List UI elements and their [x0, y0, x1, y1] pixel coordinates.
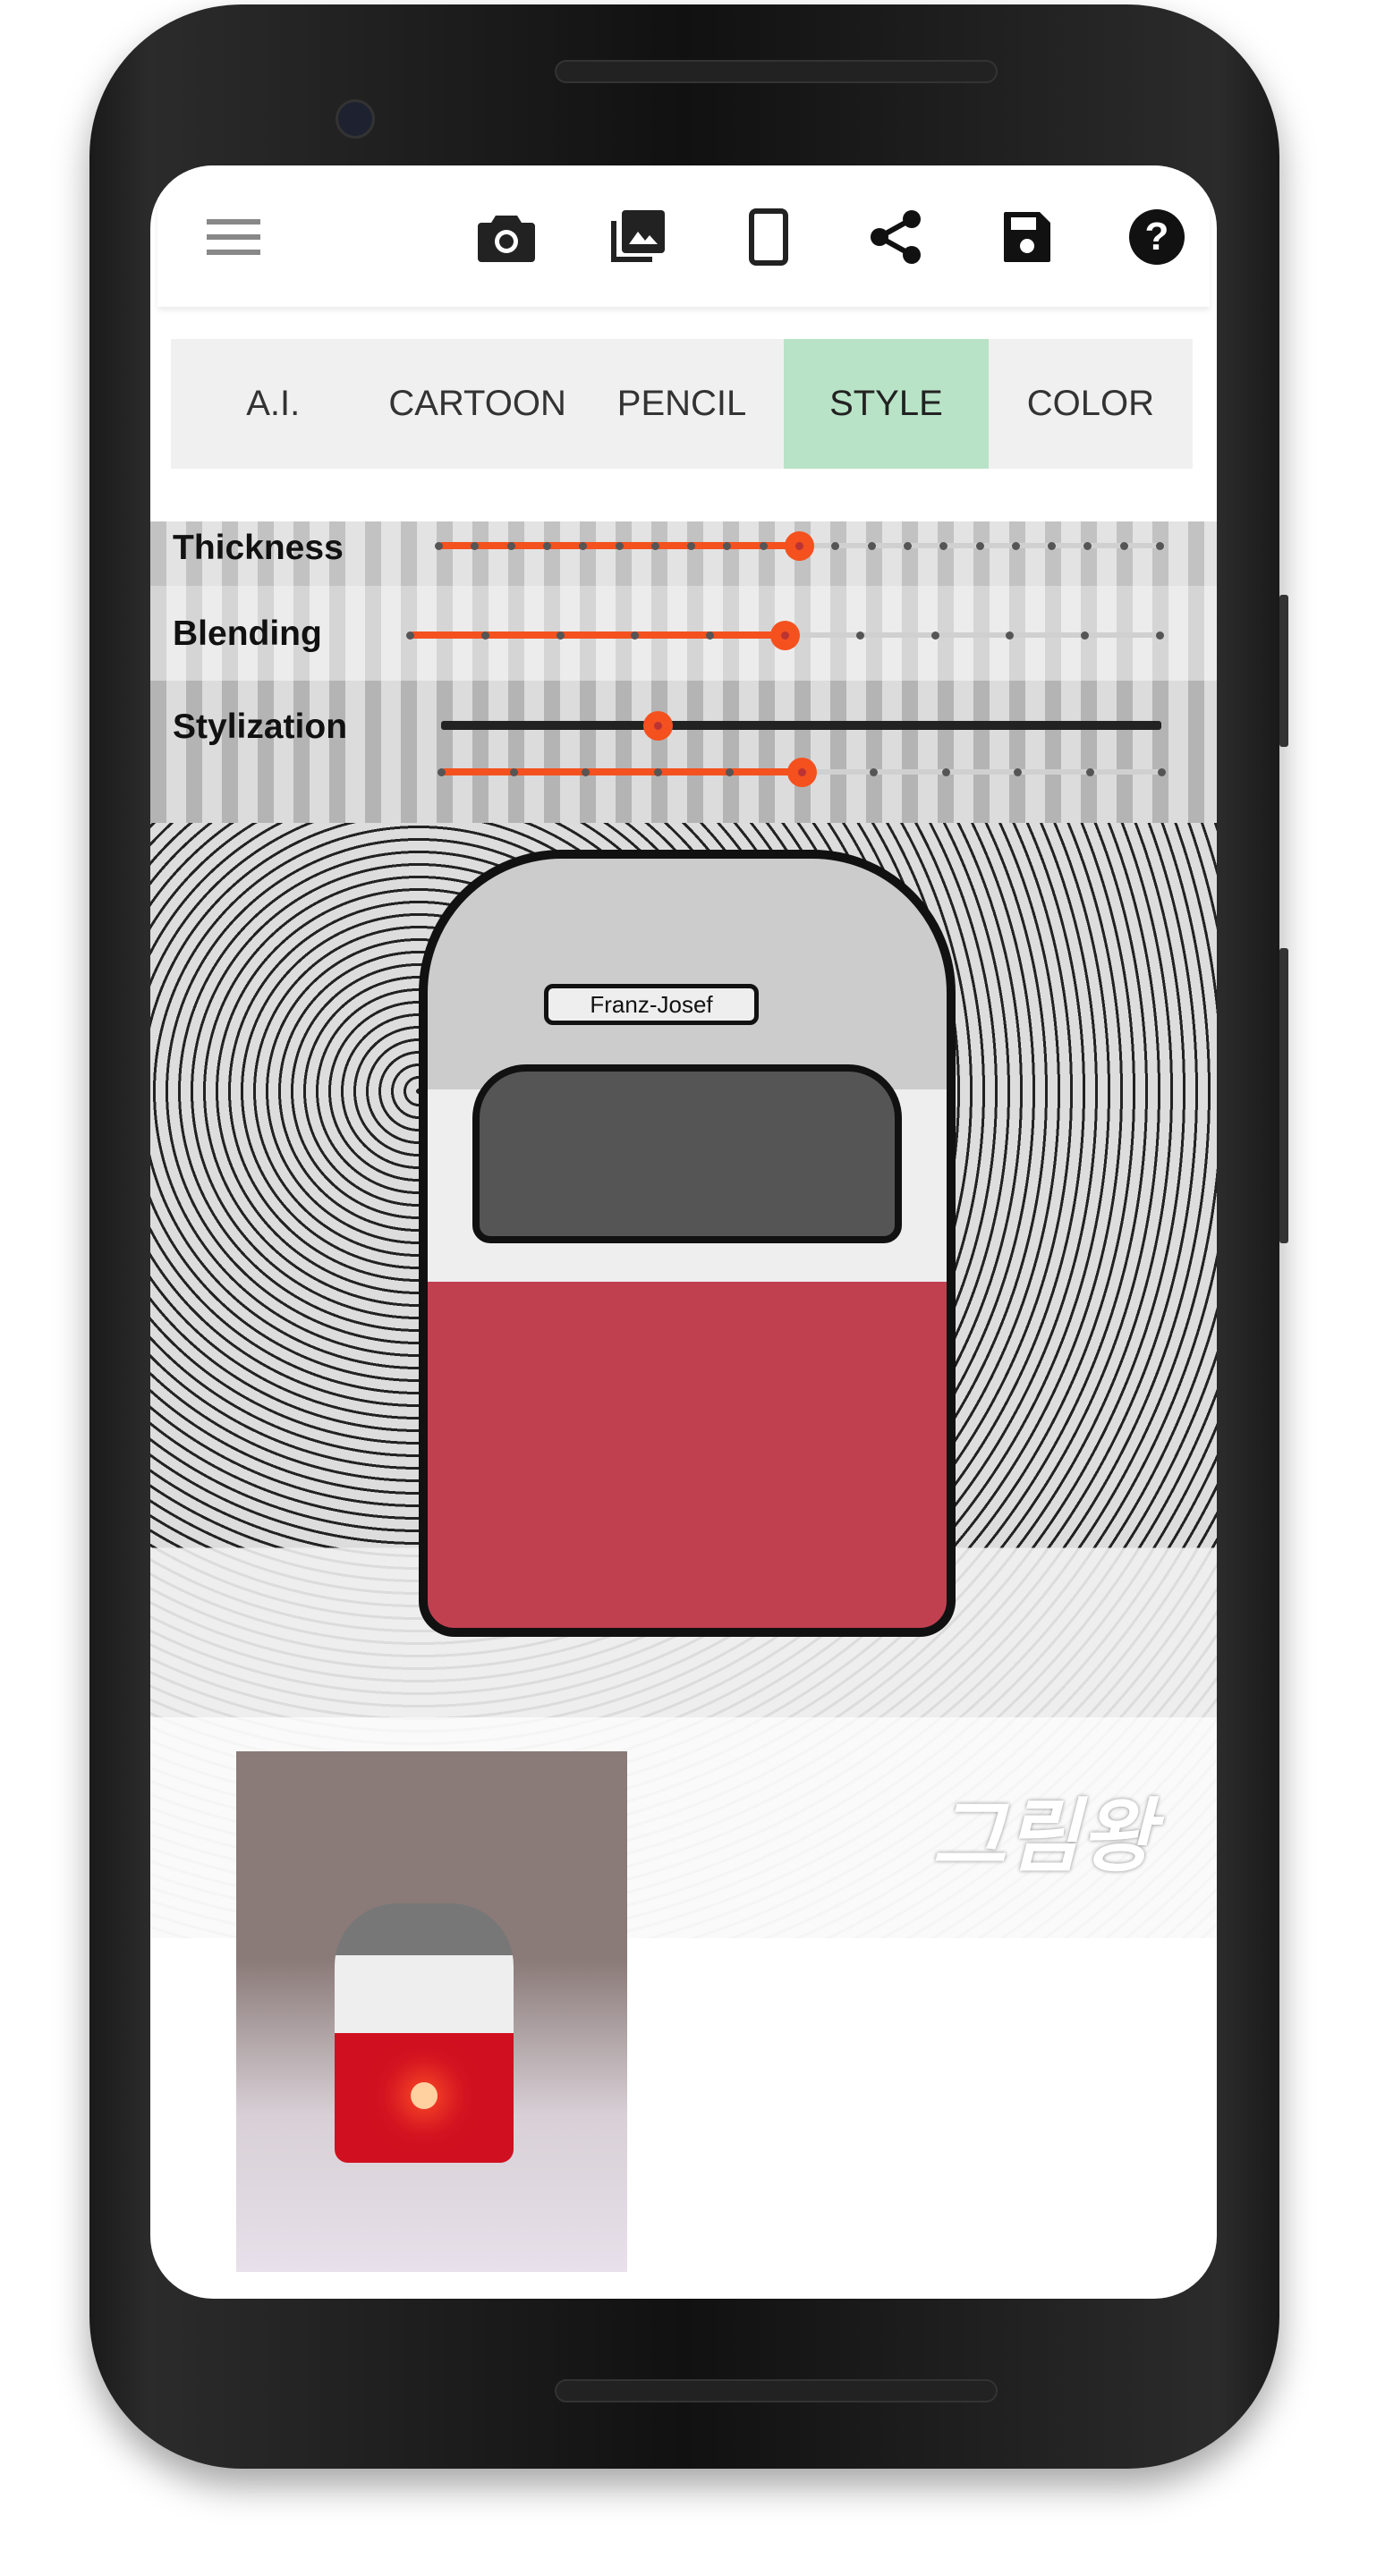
slider-tick [1156, 631, 1164, 640]
original-photo-thumbnail[interactable] [236, 1751, 627, 2272]
tram-illustration: Franz-Josef [419, 850, 956, 1637]
slider-tick [1081, 631, 1090, 640]
tram-photo [335, 1903, 514, 2163]
tab-cartoon[interactable]: CARTOON [375, 339, 579, 469]
slider-tick [1119, 542, 1128, 550]
watermark: 그림왕 [931, 1792, 1154, 1882]
slider-tick [903, 542, 912, 550]
stylization-slider[interactable] [441, 708, 1161, 743]
slider-fill [410, 631, 785, 639]
slider-tick [939, 542, 948, 550]
slider-thumb[interactable] [785, 531, 814, 561]
save-icon[interactable] [996, 206, 1058, 268]
app-screen: ? A.I. CARTOON PENCIL STYLE COLOR Thickn… [150, 165, 1217, 2299]
slider-tick [438, 768, 446, 776]
slider-tick [1011, 542, 1020, 550]
slider-tick [759, 542, 768, 550]
stylization-label: Stylization [173, 708, 348, 746]
menu-icon[interactable] [202, 206, 265, 268]
slider-tick [615, 542, 624, 550]
share-icon[interactable] [864, 206, 927, 268]
slider-fill [441, 768, 802, 775]
controls-panel: Thickness Blending Stylization [150, 521, 1217, 823]
blending-slider[interactable] [406, 617, 1164, 653]
slider-tick [650, 542, 659, 550]
gallery-icon[interactable] [607, 206, 669, 268]
mode-tabs: A.I. CARTOON PENCIL STYLE COLOR [171, 339, 1193, 469]
tram-sign: Franz-Josef [544, 984, 759, 1025]
blending-row: Blending [150, 586, 1217, 681]
bottom-speaker [555, 2379, 998, 2402]
stylization-step-slider[interactable] [438, 754, 1166, 790]
tram-headlight [411, 2082, 438, 2109]
toolbar: ? [157, 165, 1210, 307]
tab-style[interactable]: STYLE [784, 339, 989, 469]
camera-icon[interactable] [475, 206, 538, 268]
slider-tick [506, 542, 515, 550]
thickness-row: Thickness [150, 521, 1217, 586]
slider-tick [1158, 768, 1166, 776]
slider-tick [582, 768, 590, 776]
slider-tick [1014, 768, 1022, 776]
slider-thumb[interactable] [770, 621, 800, 650]
slider-tick [975, 542, 984, 550]
help-icon[interactable]: ? [1126, 206, 1188, 268]
tram-window [472, 1064, 902, 1243]
slider-tick [855, 631, 864, 640]
slider-tick [1156, 542, 1164, 550]
thickness-label: Thickness [173, 529, 344, 567]
svg-text:?: ? [1145, 215, 1169, 258]
tab-pencil[interactable]: PENCIL [580, 339, 784, 469]
thickness-slider[interactable] [435, 528, 1164, 564]
earpiece-speaker [555, 60, 998, 83]
slider-tick [556, 631, 565, 640]
slider-thumb[interactable] [786, 758, 817, 787]
front-camera [336, 99, 375, 139]
slider-tick [831, 542, 840, 550]
slider-tick [930, 631, 939, 640]
slider-tick [1006, 631, 1015, 640]
slider-tick [867, 542, 876, 550]
slider-tick [653, 768, 662, 776]
slider-track [441, 721, 1161, 730]
blending-label: Blending [173, 614, 322, 653]
power-button [1279, 595, 1288, 747]
slider-tick [941, 768, 950, 776]
slider-tick [542, 542, 551, 550]
tab-color[interactable]: COLOR [989, 339, 1193, 469]
slider-tick [435, 542, 443, 550]
slider-tick [1085, 768, 1094, 776]
volume-button [1279, 948, 1288, 1243]
slider-tick [726, 768, 734, 776]
tab-ai[interactable]: A.I. [171, 339, 375, 469]
slider-tick [1048, 542, 1057, 550]
slider-tick [509, 768, 518, 776]
slider-tick [1083, 542, 1092, 550]
slider-tick [480, 631, 489, 640]
slider-thumb[interactable] [642, 711, 673, 741]
stylization-row: Stylization [150, 681, 1217, 823]
slider-tick [870, 768, 878, 776]
slider-tick [406, 631, 414, 640]
phone-portrait-icon[interactable] [737, 206, 800, 268]
